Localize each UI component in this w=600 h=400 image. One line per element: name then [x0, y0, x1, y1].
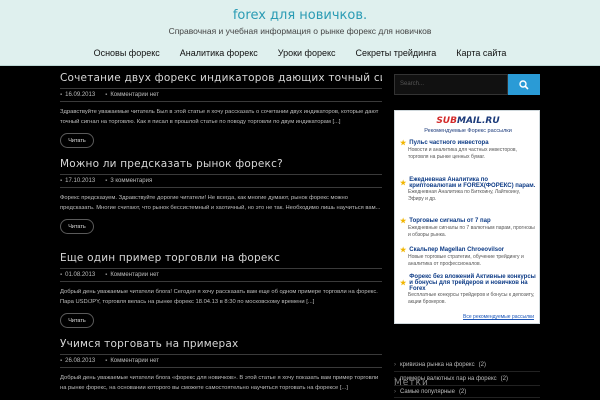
tag-item[interactable]: › кривизна рынка на форекс (2) [394, 358, 540, 372]
star-icon: ★ [400, 280, 407, 287]
nav-item-analytics[interactable]: Аналитика форекс [180, 48, 258, 58]
site-title[interactable]: forex для новичков. [0, 8, 600, 23]
read-more-button[interactable]: Читать [60, 313, 94, 328]
subscribe-item-desc: Бесплатные конкурсы трейдеров и бонусы к… [408, 292, 535, 305]
subscribe-item-title[interactable]: Ежедневная Аналитика по криптовалютам и … [409, 177, 536, 189]
tag-label[interactable]: кривизна рынка на форекс [400, 362, 475, 368]
post-comments[interactable]: Комментарии нет [110, 358, 159, 364]
subscribe-item-title[interactable]: Пульс частного инвестора [409, 140, 488, 146]
read-more-button[interactable]: Читать [60, 219, 94, 234]
post-date: 17.10.2013 [65, 178, 96, 184]
post-excerpt: Форекс предсказуем. Здравствуйте дорогие… [60, 195, 381, 211]
all-subscriptions-link[interactable]: Все рекомендуемые рассылки [463, 314, 534, 320]
calendar-icon: ▪ [60, 272, 63, 278]
search-input[interactable]: Search... [394, 74, 508, 95]
subscribe-item-desc: Новые торговые стратегии, обучение трейд… [408, 254, 524, 267]
post-excerpt: Добрый день уважаемые читатели блога «фо… [60, 375, 379, 391]
subscribe-box: SUBMAIL.RU Рекомендуемые Форекс рассылки… [394, 110, 540, 324]
subscribe-item-title[interactable]: Торговые сигналы от 7 пар [409, 218, 490, 224]
subscribe-widget: SUBMAIL.RU Рекомендуемые Форекс рассылки… [394, 110, 540, 400]
subscribe-logo[interactable]: SUBMAIL.RU [395, 116, 541, 126]
post-list: Сочетание двух форекс индикаторов дающих… [52, 66, 384, 400]
subscribe-caption: Рекомендуемые Форекс рассылки [424, 128, 512, 134]
comment-icon: ▪ [105, 358, 108, 364]
tag-item[interactable]: › Самые популярные (2) [394, 386, 540, 398]
subscribe-item: ★ Пульс частного инвестора Новости и анал… [400, 139, 536, 161]
post-comments[interactable]: Комментарии нет [110, 272, 159, 278]
read-more-button[interactable]: Читать [60, 133, 94, 148]
comment-icon: ▪ [105, 92, 108, 98]
calendar-icon: ▪ [60, 178, 63, 184]
subscribe-item-desc: Ежедневная Аналитика по Биткоину, Лайтко… [408, 189, 520, 202]
sidebar: Search... SUBMAIL.RU Рекомендуемые Форек… [394, 74, 540, 400]
calendar-icon: ▪ [60, 92, 63, 98]
chevron-right-icon: › [394, 375, 396, 382]
post: Учимся торговать на примерах ▪ 26.08.2013… [60, 338, 382, 393]
post-comments[interactable]: Комментарии нет [110, 92, 159, 98]
search-icon [519, 79, 529, 90]
post-comments[interactable]: 3 комментария [110, 178, 152, 184]
post-title[interactable]: Еще один пример торговли на форекс [60, 252, 382, 264]
subscribe-item: ★ Ежедневная Аналитика по криптовалютам и… [400, 177, 536, 203]
calendar-icon: ▪ [60, 358, 63, 364]
tag-label[interactable]: примеры валютных пар на форекс [400, 376, 497, 382]
chevron-right-icon: › [394, 361, 396, 368]
tag-count: (2) [500, 375, 508, 382]
star-icon: ★ [400, 247, 407, 254]
post-title[interactable]: Сочетание двух форекс индикаторов дающих… [60, 72, 382, 84]
tag-count: (2) [458, 388, 467, 395]
post: Еще один пример торговли на форекс ▪ 01.0… [60, 252, 382, 328]
subscribe-item-desc: Новости и аналитика для частных инвестор… [408, 147, 517, 160]
post-title[interactable]: Учимся торговать на примерах [60, 338, 382, 350]
post: Сочетание двух форекс индикаторов дающих… [60, 72, 382, 148]
site-header: forex для новичков. Справочная и учебная… [0, 0, 600, 66]
main-nav: Основы форекс Аналитика форекс Уроки фор… [0, 40, 600, 66]
post-date: 16.09.2013 [65, 92, 96, 98]
site-description: Справочная и учебная информация о рынке … [168, 26, 432, 36]
subscribe-item: ★ Торговые сигналы от 7 пар Ежедневные си… [400, 217, 536, 239]
comment-icon: ▪ [105, 272, 108, 278]
nav-item-basics[interactable]: Основы форекс [94, 48, 160, 58]
post-meta: ▪ 26.08.2013 ▪ Комментарии нет [60, 354, 382, 368]
post-meta: ▪ 17.10.2013 ▪ 3 комментария [60, 174, 382, 188]
comment-icon: ▪ [105, 178, 108, 184]
search-button[interactable] [508, 74, 540, 95]
subscribe-item-title[interactable]: Форекс без вложений Активные конкурсы и … [409, 274, 536, 292]
post-title[interactable]: Можно ли предсказать рынок форекс? [60, 158, 382, 170]
star-icon: ★ [400, 180, 407, 187]
post: Можно ли предсказать рынок форекс? ▪ 17.1… [60, 158, 382, 234]
post-excerpt: Здравствуйте уважаемые читатель Был в эт… [60, 109, 379, 125]
nav-item-sitemap[interactable]: Карта сайта [456, 48, 506, 58]
post-date: 26.08.2013 [65, 358, 96, 364]
post-meta: ▪ 01.08.2013 ▪ Комментарии нет [60, 268, 382, 282]
nav-item-lessons[interactable]: Уроки форекс [278, 48, 336, 58]
subscribe-item-desc: Ежедневные сигналы по 7 валютным парам, … [408, 225, 535, 238]
chevron-right-icon: › [394, 388, 396, 395]
star-icon: ★ [400, 140, 407, 147]
post-excerpt: Добрый день уважаемые читатели блога! Се… [60, 289, 378, 305]
subscribe-item-title[interactable]: Скальпер Magellan Chroeovilsor [409, 247, 504, 253]
subscribe-item: ★ Форекс без вложений Активные конкурсы и… [400, 274, 536, 306]
tag-label[interactable]: Самые популярные [400, 389, 455, 395]
nav-item-secrets[interactable]: Секреты трейдинга [356, 48, 437, 58]
post-date: 01.08.2013 [65, 272, 96, 278]
tag-item[interactable]: › примеры валютных пар на форекс (2) [394, 372, 540, 386]
subscribe-item: ★ Скальпер Magellan Chroeovilsor Новые то… [400, 246, 536, 268]
post-meta: ▪ 16.09.2013 ▪ Комментарии нет [60, 88, 382, 102]
tag-count: (2) [478, 361, 486, 368]
star-icon: ★ [400, 218, 407, 225]
